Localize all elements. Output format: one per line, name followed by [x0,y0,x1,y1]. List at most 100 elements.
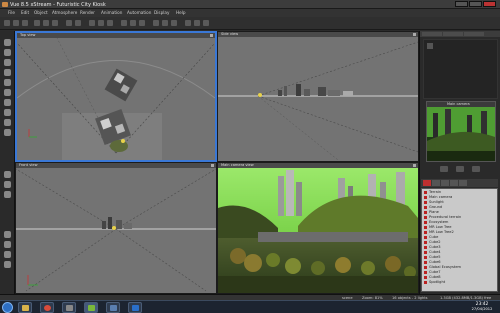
tree-icon[interactable] [4,191,11,198]
list-item[interactable]: Spotlight [424,280,496,285]
menu-help[interactable]: Help [176,10,186,15]
scale-icon[interactable] [107,20,113,26]
cloud-icon[interactable] [203,20,209,26]
camera-add-icon[interactable] [4,251,11,258]
menu-render[interactable]: Render [80,10,95,15]
main-camera-viewport[interactable]: Main camera view [217,162,419,294]
menu-object[interactable]: Object [34,10,48,15]
list-item[interactable]: Sunlight [424,200,496,205]
viewport-maximize-icon[interactable] [413,164,416,167]
list-item[interactable]: Plane [424,210,496,215]
menu-animation[interactable]: Animation [101,10,122,15]
photoshop-taskbar-button[interactable] [128,302,142,313]
render-icon[interactable] [34,20,40,26]
side-view-scene [218,41,418,161]
point-light-icon[interactable] [4,241,11,248]
list-item[interactable]: Cube3 [424,245,496,250]
camera-icon[interactable] [171,20,177,26]
pyramid-icon[interactable] [4,89,11,96]
front-view-viewport[interactable]: Front view [15,162,217,294]
chrome-taskbar-button[interactable] [40,302,54,313]
list-item[interactable]: MR Low Tree2 [424,230,496,235]
group-icon[interactable] [130,20,136,26]
right-panel-tabs [420,31,500,37]
close-button[interactable] [483,1,496,7]
maximize-button[interactable] [469,1,482,7]
drop-icon[interactable] [139,20,145,26]
list-item[interactable]: Cube7 [424,270,496,275]
cylinder-icon[interactable] [4,49,11,56]
open-icon[interactable] [13,20,19,26]
tab-aspect[interactable] [422,32,442,36]
menu-edit[interactable]: Edit [21,10,29,15]
properties-icon[interactable] [427,43,433,49]
rock-icon[interactable] [4,181,11,188]
sphere-icon[interactable] [4,39,11,46]
link-icon[interactable] [121,20,127,26]
object-properties-area [423,39,498,99]
edit-icon[interactable] [52,20,58,26]
atmosphere-icon[interactable] [43,20,49,26]
alpha-plane-icon[interactable] [4,99,11,106]
list-item[interactable]: Cube [424,235,496,240]
start-button[interactable] [2,302,13,313]
save-icon[interactable] [22,20,28,26]
desktop-taskbar-button[interactable] [106,302,120,313]
zoom-icon[interactable] [153,20,159,26]
top-view-viewport[interactable]: Top view [15,31,217,162]
list-item[interactable]: Global Ecosystem [424,265,496,270]
sun-icon[interactable] [194,20,200,26]
list-item[interactable]: Procedural terrain [424,215,496,220]
vue-taskbar-button[interactable] [84,302,98,313]
list-item[interactable]: Cube4 [424,250,496,255]
tab-links[interactable] [450,180,458,186]
torus-icon[interactable] [4,69,11,76]
menu-display[interactable]: Display [154,10,169,15]
undo-icon[interactable] [66,20,72,26]
move-icon[interactable] [89,20,95,26]
new-icon[interactable] [4,20,10,26]
tab-materials[interactable] [432,180,440,186]
light-icon[interactable] [185,20,191,26]
list-item[interactable]: Ground [424,205,496,210]
tab-animation[interactable] [464,32,484,36]
text-icon[interactable] [4,59,11,66]
list-item[interactable]: Cube2 [424,240,496,245]
side-view-viewport[interactable]: Side view [217,31,419,162]
metablob-icon[interactable] [4,109,11,116]
folder-icon [22,305,29,311]
media-taskbar-button[interactable] [62,302,76,313]
list-item[interactable]: Cube6 [424,260,496,265]
minimize-button[interactable] [455,1,468,7]
water-icon[interactable] [4,129,11,136]
list-item[interactable]: Terrain [424,190,496,195]
library-icon[interactable] [4,261,11,268]
system-clock[interactable]: 23:42 27/04/2012 [467,302,497,311]
list-item[interactable]: Cube5 [424,255,496,260]
media-icon [66,305,73,311]
preview-zoom-in-button[interactable] [472,166,480,172]
tab-objects[interactable] [423,180,431,186]
object-list-tabs [421,179,498,187]
pan-icon[interactable] [162,20,168,26]
menu-automation[interactable]: Automation [127,10,151,15]
plant-icon[interactable] [4,171,11,178]
tab-material[interactable] [443,32,463,36]
redo-icon[interactable] [75,20,81,26]
spotlight-icon[interactable] [4,231,11,238]
menu-atmosphere[interactable]: Atmosphere [52,10,77,15]
list-item[interactable]: MR Low Tree [424,225,496,230]
list-item[interactable]: Main camera [424,195,496,200]
menu-file[interactable]: File [8,10,15,15]
terrain-icon[interactable] [4,119,11,126]
cone-icon[interactable] [4,79,11,86]
preview-zoom-out-button[interactable] [440,166,448,172]
list-item[interactable]: Ecosystem [424,220,496,225]
tab-layers[interactable] [441,180,449,186]
preview-render-button[interactable] [456,166,464,172]
explorer-taskbar-button[interactable] [18,302,32,313]
menu-bar: File Edit Object Atmosphere Render Anima… [0,9,500,17]
rotate-icon[interactable] [98,20,104,26]
tab-library[interactable] [459,180,467,186]
list-item[interactable]: Cube8 [424,275,496,280]
